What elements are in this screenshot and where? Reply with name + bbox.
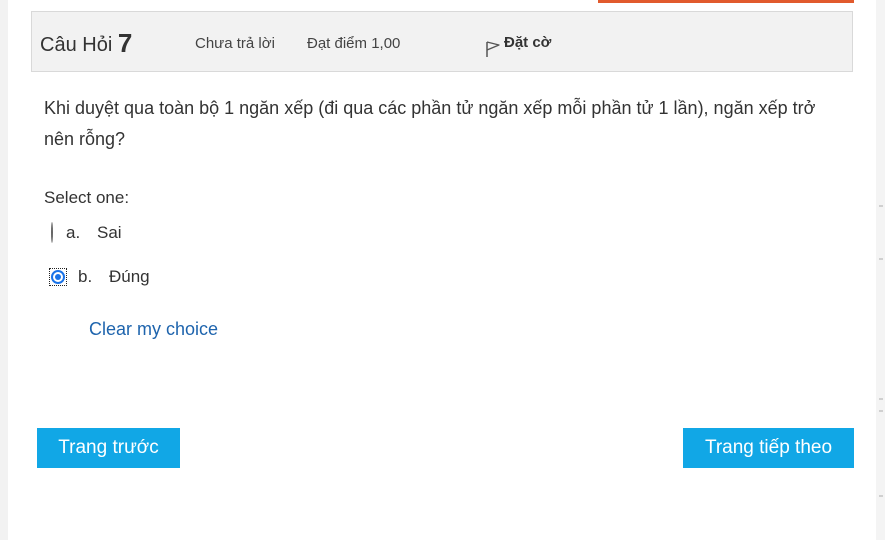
scrollbar-mark — [879, 205, 883, 207]
answer-label-a: Sai — [97, 223, 122, 242]
scrollbar-mark — [879, 258, 883, 260]
answer-label-b: Đúng — [109, 267, 150, 286]
scrollbar-mark — [879, 410, 883, 412]
answer-option-b[interactable]: b. Đúng — [49, 265, 150, 289]
clear-choice-link[interactable]: Clear my choice — [89, 319, 218, 340]
flag-question-button[interactable]: Đặt cờ — [484, 34, 552, 57]
question-info-bar: Câu Hỏi 7 Chưa trả lời Đạt điểm 1,00 Đặt… — [31, 11, 853, 72]
radio-button-b[interactable] — [51, 270, 65, 284]
next-page-button[interactable]: Trang tiếp theo — [683, 428, 854, 468]
scrollbar-mark — [879, 398, 883, 400]
top-accent-bar — [598, 0, 854, 3]
select-one-prompt: Select one: — [44, 188, 130, 207]
answer-letter-a: a. — [66, 223, 81, 242]
flag-icon — [486, 41, 500, 57]
question-text: Khi duyệt qua toàn bộ 1 ngăn xếp (đi qua… — [44, 98, 816, 149]
radio-button-a[interactable] — [51, 222, 53, 243]
question-title: Câu Hỏi 7 — [40, 27, 132, 58]
question-state: Chưa trả lời — [195, 35, 275, 52]
page-left-margin — [0, 0, 8, 540]
previous-page-button[interactable]: Trang trước — [37, 428, 180, 468]
question-prefix: Câu Hỏi — [40, 34, 113, 56]
answer-letter-b: b. — [78, 267, 93, 286]
question-mark: Đạt điểm 1,00 — [307, 35, 401, 52]
question-number: 7 — [117, 28, 133, 58]
scrollbar-track[interactable] — [876, 0, 885, 540]
answer-option-a[interactable]: a. Sai — [51, 221, 122, 245]
scrollbar-mark — [879, 495, 883, 497]
flag-label: Đặt cờ — [504, 34, 552, 51]
